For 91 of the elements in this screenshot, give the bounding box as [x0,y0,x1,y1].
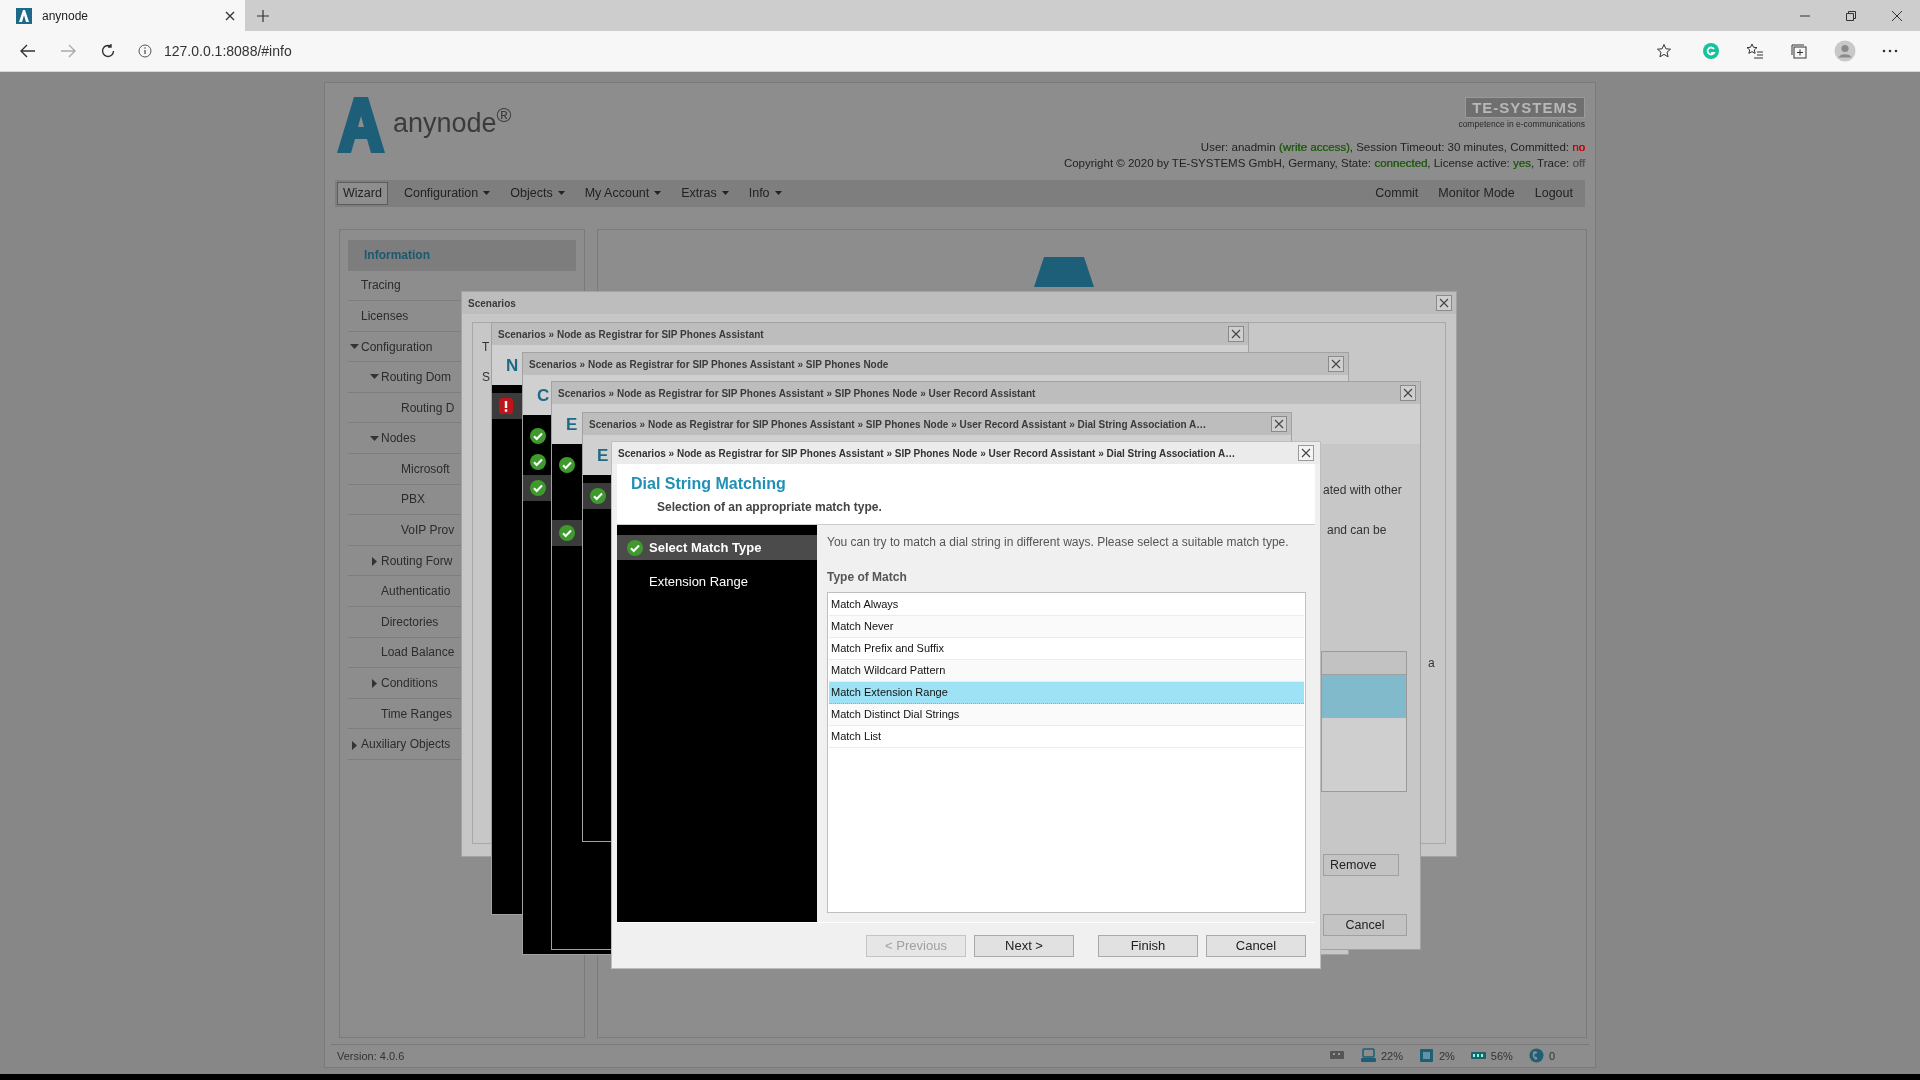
close-icon [1231,329,1241,339]
close-icon[interactable] [1892,10,1902,21]
close-icon [1439,298,1449,308]
dialog-heading: E [597,446,609,465]
disk-icon [1360,1048,1376,1064]
dialog-heading: Dial String Matching [631,474,787,494]
menu-item[interactable]: Objects [500,181,575,205]
close-button[interactable] [1228,326,1244,342]
back-icon[interactable] [20,44,36,58]
stat-value: 56% [1490,1048,1513,1064]
list-option[interactable]: Match Never [829,616,1304,638]
browser-tab[interactable]: anynode [0,0,245,31]
close-icon[interactable] [225,10,235,21]
menu-item[interactable]: Logout [1524,181,1583,205]
dialog-title: Scenarios » Node as Registrar for SIP Phones Assistant » SIP Phones Node » User Record Assistant » Dial String Association A… [618,446,1236,461]
caret-icon [557,191,565,196]
close-button[interactable] [1436,295,1452,311]
list-option[interactable]: Match Distinct Dial Strings [829,704,1304,726]
stat-value: 0 [1548,1048,1555,1064]
caret-icon [774,191,782,196]
logo-icon [337,97,385,153]
brand-name: anynode$^{®}$ [393,103,512,140]
wizard-button[interactable]: Next > [974,934,1074,957]
close-icon [1301,448,1311,458]
expander-icon[interactable] [350,740,359,750]
tab-title: anynode [42,7,90,25]
wizard-step[interactable]: Select Match Type [617,535,817,560]
close-icon [1403,388,1413,398]
star-icon[interactable] [1656,43,1672,59]
caret-icon [721,191,729,196]
instruction-text: You can try to match a dial string in different ways. Please select a suitable match type. [827,534,1290,551]
status-line: Copyright © 2020 by TE-SYSTEMS GmbH, Germany, State: connected, License active: yes, Trace: off [1063,155,1585,171]
wizard-button[interactable]: Finish [1098,934,1198,957]
wizard-button[interactable]: Wizard [337,181,388,205]
cancel-button[interactable]: Cancel [1323,914,1407,936]
close-icon [1274,419,1284,429]
dialog-title: Scenarios » Node as Registrar for SIP Phones Assistant » SIP Phones Node » User Record Assistant » Dial String Association A… [589,417,1207,432]
partial-text: ated with other [1323,482,1402,499]
status-line: User: anadmin (write access), Session Timeout: 30 minutes, Committed: no [1199,139,1585,155]
dialog-subheading: Selection of an appropriate match type. [657,499,883,516]
close-button[interactable] [1328,356,1344,372]
vendor-logo: TE-SYSTEMS [1465,97,1585,118]
caret-icon [654,191,662,196]
dialog-title: Scenarios » Node as Registrar for SIP Phones Assistant [498,327,764,342]
dialog-heading: C [537,386,550,405]
stat-value: 2% [1438,1048,1455,1064]
close-icon [1331,359,1341,369]
expander-icon[interactable] [350,342,359,352]
phone-icon [1528,1048,1544,1064]
menu-item[interactable]: Info [738,181,792,205]
menu-item[interactable]: Monitor Mode [1428,181,1525,205]
collections-icon[interactable] [1790,43,1808,59]
info-icon[interactable] [138,44,152,58]
expander-icon[interactable] [370,557,379,566]
field-label: Type of Match [827,569,908,586]
vendor-tagline: competence in e-communications [1458,118,1585,131]
close-button[interactable] [1271,416,1287,432]
new-tab-icon[interactable] [257,9,269,22]
list-option[interactable]: Match Extension Range [829,682,1304,704]
expander-icon[interactable] [370,679,379,689]
remove-button[interactable]: Remove [1323,854,1399,876]
menu-item[interactable]: Configuration [393,181,501,205]
caret-icon [483,191,491,196]
dialog-heading: N [506,356,519,375]
expander-icon[interactable] [370,434,379,444]
list-option[interactable]: Match Wildcard Pattern [829,660,1304,682]
restore-icon[interactable] [1846,10,1856,21]
cpu-icon [1418,1048,1434,1064]
menu-item[interactable]: Extras [671,181,739,205]
dialog-title: Scenarios » Node as Registrar for SIP Phones Assistant » SIP Phones Node » User Record Assistant [558,386,1036,401]
wizard-step[interactable]: Extension Range [617,569,817,594]
close-button[interactable] [1298,445,1314,461]
favorites-icon[interactable] [1746,43,1764,59]
profile-icon[interactable] [1834,40,1856,62]
reload-icon[interactable] [100,43,116,59]
menu-item[interactable]: Commit [1365,181,1429,205]
version-label: Version: 4.0.6 [337,1048,405,1064]
dialog-heading: E [566,415,578,434]
stat-value: 22% [1380,1048,1403,1064]
partial-text: S [482,369,490,386]
logo-icon [1034,256,1094,287]
close-button[interactable] [1400,385,1416,401]
partial-text: T [482,339,490,356]
partial-text: and can be [1327,522,1387,539]
partial-text: a [1428,655,1435,672]
menu-item[interactable]: My Account [574,181,672,205]
dialog-title: Scenarios » Node as Registrar for SIP Phones Assistant » SIP Phones Node [529,357,889,372]
more-icon[interactable] [1882,49,1898,53]
url-text[interactable]: 127.0.0.1:8088/#info [164,40,292,62]
wizard-button[interactable]: Cancel [1206,934,1306,957]
favicon-icon [16,7,32,24]
